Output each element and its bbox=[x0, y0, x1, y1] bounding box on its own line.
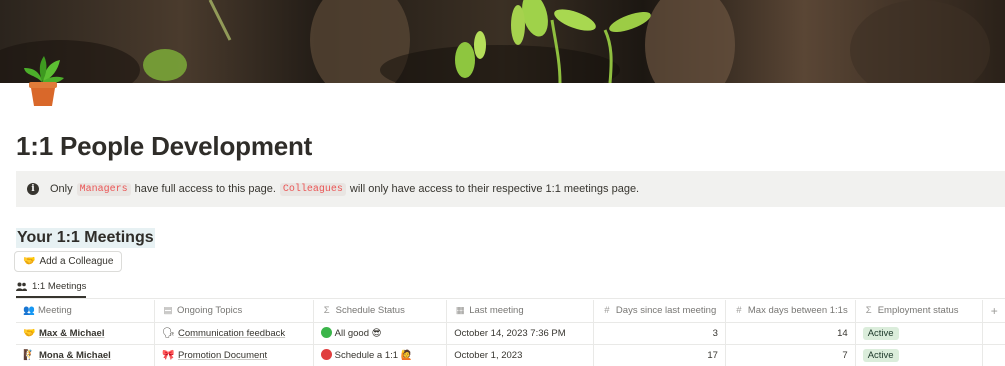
meetings-table: 👥 Meeting ▤ Ongoing Topics Σ Schedule Statu… bbox=[16, 300, 1005, 366]
calendar-icon: ▦ bbox=[455, 305, 465, 317]
column-header-meeting[interactable]: 👥 Meeting bbox=[16, 300, 155, 323]
speaking-head-icon: 🗣 bbox=[162, 327, 175, 339]
select-icon: Σ bbox=[865, 305, 872, 317]
days-since-cell[interactable]: 3 bbox=[593, 322, 726, 345]
callout-text-3: will only have access to their respectiv… bbox=[349, 183, 640, 195]
empty-cell bbox=[982, 344, 1005, 366]
colleagues-code: Colleagues bbox=[279, 182, 346, 196]
handshake-icon: 🤝 bbox=[23, 327, 36, 339]
max-days-cell[interactable]: 7 bbox=[725, 344, 856, 366]
last-meeting-cell[interactable]: October 1, 2023 bbox=[446, 344, 594, 366]
last-meeting-cell[interactable]: October 14, 2023 7:36 PM bbox=[446, 322, 594, 345]
employment-cell[interactable]: Active bbox=[855, 344, 984, 366]
add-colleague-label: Add a Colleague bbox=[39, 256, 114, 267]
empty-cell bbox=[982, 322, 1005, 345]
access-callout: i Only Managers have full access to this… bbox=[16, 171, 1005, 207]
people-icon: 👥 bbox=[23, 305, 35, 317]
status-cell[interactable]: Schedule a 1:1 🙋 bbox=[313, 344, 448, 366]
cover-image bbox=[0, 0, 1005, 83]
formula-icon: Σ bbox=[323, 305, 330, 317]
section-heading: Your 1:1 Meetings bbox=[16, 228, 155, 248]
hash-icon: # bbox=[604, 305, 610, 317]
status-cell[interactable]: All good 😎 bbox=[313, 322, 448, 345]
hash-icon: # bbox=[736, 305, 742, 317]
meeting-cell[interactable]: 🧗 Mona & Michael bbox=[16, 344, 155, 366]
tab-label: 1:1 Meetings bbox=[32, 280, 87, 292]
column-header-ongoing-topics[interactable]: ▤ Ongoing Topics bbox=[154, 300, 314, 323]
add-colleague-button[interactable]: 🤝 Add a Colleague bbox=[14, 251, 123, 272]
status-dot bbox=[320, 349, 332, 360]
table-header-row: 👥 Meeting ▤ Ongoing Topics Σ Schedule Statu… bbox=[16, 300, 1005, 323]
meeting-cell[interactable]: 🤝 Max & Michael bbox=[16, 322, 155, 345]
column-header-max-days[interactable]: # Max days between 1:1s bbox=[725, 300, 856, 323]
employment-cell[interactable]: Active bbox=[855, 322, 984, 345]
handshake-icon: 🤝 bbox=[23, 256, 36, 267]
column-header-last-meeting[interactable]: ▦ Last meeting bbox=[446, 300, 594, 323]
potted-plant-icon[interactable] bbox=[20, 56, 66, 108]
column-header-schedule-status[interactable]: Σ Schedule Status bbox=[313, 300, 448, 323]
status-badge: Active bbox=[862, 348, 899, 362]
callout-text-2: have full access to this page. bbox=[134, 183, 276, 195]
seedlings-illustration bbox=[0, 0, 990, 83]
days-since-cell[interactable]: 17 bbox=[593, 344, 726, 366]
table-row[interactable]: 🧗 Mona & Michael 🎀 Promotion Document Sche… bbox=[16, 344, 1005, 366]
topic-cell[interactable]: 🎀 Promotion Document bbox=[154, 344, 314, 366]
status-badge: Active bbox=[862, 326, 899, 340]
status-dot bbox=[320, 327, 332, 338]
document-icon: ▤ bbox=[163, 305, 173, 317]
page-title: 1:1 People Development bbox=[16, 131, 313, 161]
column-header-days-since[interactable]: # Days since last meeting bbox=[593, 300, 726, 323]
people-icon bbox=[16, 282, 27, 291]
callout-text-1: Only bbox=[50, 183, 73, 195]
column-header-employment-status[interactable]: Σ Employment status bbox=[855, 300, 984, 323]
add-column-button[interactable]: + bbox=[982, 300, 1005, 323]
info-icon: i bbox=[27, 183, 39, 195]
max-days-cell[interactable]: 14 bbox=[725, 322, 856, 345]
managers-code: Managers bbox=[76, 182, 131, 196]
tab-divider bbox=[16, 298, 1005, 299]
table-row[interactable]: 🤝 Max & Michael 🗣 Communication feedback A… bbox=[16, 322, 1005, 345]
climber-icon: 🧗 bbox=[23, 349, 36, 361]
tab-1-1-meetings[interactable]: 1:1 Meetings bbox=[16, 279, 87, 298]
ribbon-icon: 🎀 bbox=[162, 349, 175, 361]
topic-cell[interactable]: 🗣 Communication feedback bbox=[154, 322, 314, 345]
